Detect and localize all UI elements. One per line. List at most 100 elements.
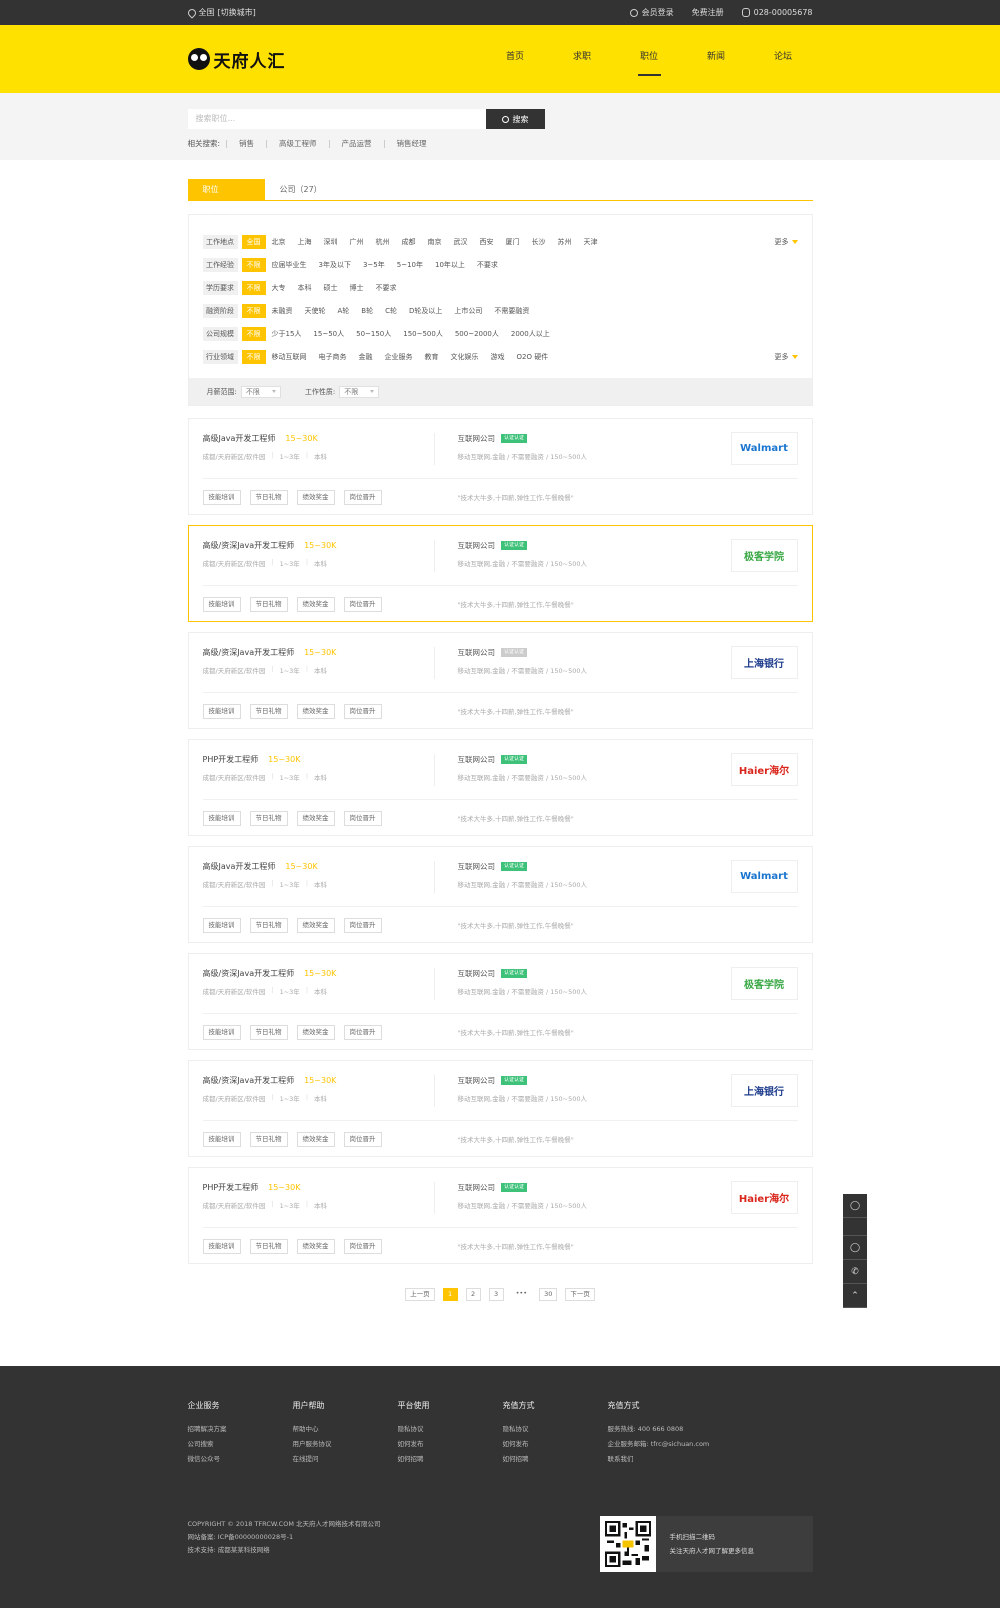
footer-link[interactable]: 企业服务邮箱: tfrc@sichuan.com [608,1437,808,1452]
company-name[interactable]: 互联网公司 [458,647,496,658]
filter-option[interactable]: 上海 [292,235,318,249]
company-name[interactable]: 互联网公司 [458,861,496,872]
footer-link[interactable]: 公司搜索 [188,1437,293,1452]
company-name[interactable]: 互联网公司 [458,968,496,979]
footer-link[interactable]: 用户服务协议 [293,1437,398,1452]
filter-more-button[interactable]: 更多 [775,352,798,362]
filter-option[interactable]: 10年以上 [429,258,471,272]
filter-option[interactable]: C轮 [379,304,403,318]
filter-option[interactable]: 5~10年 [391,258,429,272]
job-title[interactable]: 高级/资深Java开发工程师 [203,647,295,658]
footer-link[interactable]: 隐私协议 [398,1422,503,1437]
qq-icon[interactable]: ◯ [843,1236,867,1260]
filter-option[interactable]: 大专 [266,281,292,295]
footer-link[interactable]: 如何发布 [398,1437,503,1452]
filter-option[interactable]: 3年及以下 [313,258,357,272]
filter-option[interactable]: 博士 [344,281,370,295]
filter-option[interactable]: 不限 [241,303,266,318]
next-page-button[interactable]: 下一页 [565,1288,595,1301]
footer-link[interactable]: 在线提问 [293,1452,398,1467]
company-logo[interactable]: 极客学院 [730,967,798,1000]
company-logo[interactable]: 极客学院 [730,539,798,572]
page-button[interactable]: 3 [488,1288,504,1301]
filter-option[interactable]: 天使轮 [299,304,332,318]
filter-option[interactable]: 深圳 [318,235,344,249]
filter-option[interactable]: 3~5年 [357,258,391,272]
filter-option[interactable]: 少于15人 [266,327,308,341]
nav-item[interactable]: 求职 [549,25,616,93]
filter-option[interactable]: 2000人以上 [505,327,556,341]
job-title[interactable]: 高级/资深Java开发工程师 [203,968,295,979]
filter-option[interactable]: 150~500人 [397,327,449,341]
company-logo[interactable]: Haier海尔 [730,753,798,786]
filter-option[interactable]: 不要求 [370,281,403,295]
footer-link[interactable]: 如何招聘 [398,1452,503,1467]
filter-option[interactable]: 北京 [266,235,292,249]
filter-option[interactable]: D轮及以上 [403,304,448,318]
footer-link[interactable]: 联系我们 [608,1452,808,1467]
filter-option[interactable]: 教育 [419,350,445,364]
job-title[interactable]: PHP开发工程师 [203,754,259,765]
site-logo[interactable]: 天府人汇 [187,47,286,72]
footer-link[interactable]: 微信公众号 [188,1452,293,1467]
company-name[interactable]: 互联网公司 [458,1182,496,1193]
footer-link[interactable]: 如何发布 [503,1437,608,1452]
filter-more-button[interactable]: 更多 [775,237,798,247]
filter-option[interactable]: 金融 [353,350,379,364]
job-card[interactable]: 高级/资深Java开发工程师 15~30K 成都/天府新区/软件园 | 1~3年 | 本科 互… [187,953,813,1050]
job-card[interactable]: 高级/资深Java开发工程师 15~30K 成都/天府新区/软件园 | 1~3年 | 本科 互… [187,1060,813,1157]
filter-option[interactable]: A轮 [332,304,356,318]
job-card[interactable]: 高级Java开发工程师 15~30K 成都/天府新区/软件园 | 1~3年 | 本科 互联网公… [187,418,813,515]
filter-option[interactable]: 企业服务 [379,350,419,364]
filter-option[interactable]: 广州 [344,235,370,249]
job-type-select[interactable]: 不限 [339,385,380,398]
related-search-link[interactable]: 高级工程师 [266,139,329,148]
filter-option[interactable]: 50~150人 [350,327,397,341]
footer-link[interactable]: 隐私协议 [503,1422,608,1437]
filter-option[interactable]: 不限 [241,280,266,295]
filter-option[interactable]: 厦门 [500,235,526,249]
job-card[interactable]: PHP开发工程师 15~30K 成都/天府新区/软件园 | 1~3年 | 本科 互联网公司 认证… [187,739,813,836]
filter-option[interactable]: 不限 [241,326,266,341]
filter-option[interactable]: 应届毕业生 [266,258,313,272]
footer-link[interactable]: 服务热线: 400 666 0808 [608,1422,808,1437]
job-card[interactable]: PHP开发工程师 15~30K 成都/天府新区/软件园 | 1~3年 | 本科 互联网公司 认证… [187,1167,813,1264]
phone-icon[interactable]: ✆ [843,1260,867,1284]
job-title[interactable]: 高级/资深Java开发工程师 [203,1075,295,1086]
job-title[interactable]: PHP开发工程师 [203,1182,259,1193]
company-name[interactable]: 互联网公司 [458,540,496,551]
related-search-link[interactable]: 销售经理 [383,139,439,148]
related-search-link[interactable]: 销售 [226,139,266,148]
filter-option[interactable]: 上市公司 [448,304,488,318]
filter-option[interactable]: 不需要融资 [488,304,535,318]
filter-option[interactable]: 南京 [422,235,448,249]
nav-item[interactable]: 新闻 [683,25,750,93]
filter-option[interactable]: 苏州 [552,235,578,249]
login-link[interactable]: 会员登录 [629,7,674,18]
company-logo[interactable]: Walmart [730,860,798,893]
company-logo[interactable]: 上海银行 [730,1074,798,1107]
salary-select[interactable]: 不限 [240,385,281,398]
filter-option[interactable]: 不限 [241,349,266,364]
search-input[interactable]: 搜索职位... [187,109,486,129]
filter-option[interactable]: 本科 [292,281,318,295]
chat-icon[interactable]: ◯ [843,1194,867,1218]
job-card[interactable]: 高级/资深Java开发工程师 15~30K 成都/天府新区/软件园 | 1~3年 | 本科 互… [187,632,813,729]
job-title[interactable]: 高级Java开发工程师 [203,433,276,444]
company-logo[interactable]: 上海银行 [730,646,798,679]
search-button[interactable]: 搜索 [485,109,545,129]
footer-link[interactable]: 招聘解决方案 [188,1422,293,1437]
back-to-top-icon[interactable]: ⌃ [843,1284,867,1308]
filter-option[interactable]: 成都 [396,235,422,249]
filter-option[interactable]: 游戏 [485,350,511,364]
tab-companies[interactable]: 公司（27） [265,179,337,201]
footer-link[interactable]: 帮助中心 [293,1422,398,1437]
job-card[interactable]: 高级/资深Java开发工程师 15~30K 成都/天府新区/软件园 | 1~3年 | 本科 互… [187,525,813,622]
nav-item[interactable]: 首页 [482,25,549,93]
filter-option[interactable]: 文化娱乐 [445,350,485,364]
filter-option[interactable]: 长沙 [526,235,552,249]
company-logo[interactable]: Haier海尔 [730,1181,798,1214]
filter-option[interactable]: O2O 硬件 [511,350,555,364]
company-name[interactable]: 互联网公司 [458,754,496,765]
footer-link[interactable]: 如何招聘 [503,1452,608,1467]
